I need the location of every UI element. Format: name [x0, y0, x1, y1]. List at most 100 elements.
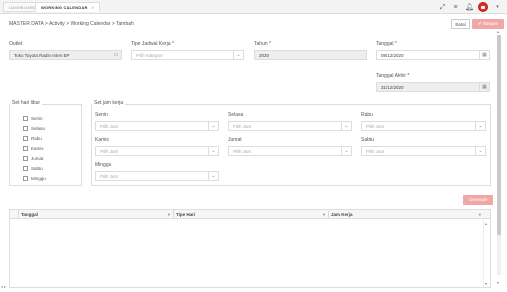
tanggal-label: Tanggal * — [376, 41, 397, 47]
tab-bar: DASHBOARD WORKING CALENDAR × ⤢ ≡ 🔔︎ ▾ — [0, 0, 507, 14]
chevron-down-icon[interactable]: ▾ — [494, 4, 501, 11]
scrollbar-thumb[interactable] — [497, 35, 501, 235]
jam-kamis-placeholder: Pilih Jam — [100, 149, 119, 154]
sort-icon[interactable]: ▾ — [323, 210, 325, 219]
chevron-down-icon: ⌄ — [475, 147, 485, 155]
jam-selasa-select[interactable]: Pilih Jam ⌄ — [228, 121, 352, 131]
checkbox[interactable] — [23, 116, 28, 121]
column-header-tipe-hari[interactable]: Tipe Hari ▾ — [173, 210, 328, 219]
libur-minggu-label: Minggu — [31, 176, 46, 181]
close-icon[interactable]: × — [92, 5, 95, 10]
chevron-down-icon: ⌄ — [208, 172, 218, 180]
column-header-tipe-hari-label: Tipe Hari — [176, 212, 196, 217]
tahun-value: 2020 — [259, 53, 270, 58]
hari-libur-title: Set hari libur — [10, 100, 43, 106]
horizontal-scrollbar[interactable]: ◂ ▸ — [0, 284, 22, 290]
jam-sabtu-placeholder: Pilih Jam — [366, 149, 385, 154]
libur-senin-label: Senin — [31, 116, 43, 121]
libur-senin[interactable]: Senin — [23, 115, 43, 122]
chevron-down-icon: ⌄ — [208, 147, 218, 155]
tab-working-calendar[interactable]: WORKING CALENDAR × — [35, 2, 101, 12]
save-button[interactable]: ✔ Simpan — [472, 19, 504, 29]
chevron-down-icon: ⌄ — [208, 122, 218, 130]
outlet-value: Toko Toyota Radin Inten BP — [14, 53, 70, 58]
checkbox[interactable] — [23, 156, 28, 161]
tahun-label: Tahun * — [254, 41, 271, 47]
checkbox[interactable] — [23, 166, 28, 171]
jam-sabtu-label: Sabtu — [361, 137, 375, 143]
chevron-down-icon: ⌄ — [341, 122, 351, 130]
expand-icon[interactable]: ⤢ — [439, 4, 446, 11]
libur-jumat[interactable]: Jumat — [23, 155, 43, 162]
top-toolbar: ⤢ ≡ 🔔︎ ▾ — [439, 1, 501, 13]
sort-icon[interactable]: ▾ — [479, 210, 481, 219]
tanggal-akhir-value: 31/12/2020 — [381, 85, 404, 90]
jam-kamis-select[interactable]: Pilih Jam ⌄ — [95, 146, 219, 156]
avatar[interactable] — [478, 2, 488, 12]
cancel-button[interactable]: Batal — [451, 19, 470, 29]
jam-senin-label: Senin — [95, 112, 108, 118]
grid-row-selector-header — [10, 210, 18, 219]
jam-jumat-select[interactable]: Pilih Jam ⌄ — [228, 146, 352, 156]
scroll-up-icon[interactable]: ▴ — [485, 221, 487, 226]
jam-rabu-label: Rabu — [361, 112, 373, 118]
save-button-label: Simpan — [482, 21, 499, 26]
id-card-icon: ▭ — [113, 52, 119, 58]
column-header-tanggal-label: Tanggal — [21, 212, 38, 217]
tanggal-field[interactable]: 08/12/2020 ▦ — [376, 50, 490, 60]
grid-header: Tanggal ▾ Tipe Hari ▾ Jam Kerja ▾ — [10, 210, 490, 219]
tipe-jadwal-select[interactable]: Pilih Kategori ⌄ — [131, 50, 244, 60]
jam-senin-select[interactable]: Pilih Jam ⌄ — [95, 121, 219, 131]
breadcrumb: MASTER DATA > Activity > Working Calenda… — [9, 21, 134, 27]
checkbox[interactable] — [23, 136, 28, 141]
scroll-up-icon[interactable]: ▴ — [497, 29, 499, 34]
grid-scrollbar[interactable]: ▴ ▾ — [483, 219, 490, 287]
jam-rabu-select[interactable]: Pilih Jam ⌄ — [361, 121, 486, 131]
jam-jumat-label: Jumat — [228, 137, 242, 143]
column-header-jam-kerja[interactable]: Jam Kerja ▾ — [328, 210, 484, 219]
checkbox[interactable] — [23, 126, 28, 131]
tipe-jadwal-placeholder: Pilih Kategori — [136, 53, 163, 58]
tipe-jadwal-label: Tipe Jadwal Kerja * — [131, 41, 174, 47]
jam-selasa-label: Selasa — [228, 112, 244, 118]
calendar-icon[interactable]: ▦ — [479, 51, 489, 59]
jam-minggu-label: Minggu — [95, 162, 112, 168]
outlet-field[interactable]: Toko Toyota Radin Inten BP ▭ — [9, 50, 122, 60]
sort-icon[interactable]: ▾ — [168, 210, 170, 219]
calendar-grid: Tanggal ▾ Tipe Hari ▾ Jam Kerja ▾ ▴ ▾ — [9, 209, 491, 288]
libur-selasa[interactable]: Selasa — [23, 125, 45, 132]
tanggal-akhir-field[interactable]: 31/12/2020 ▦ — [376, 82, 490, 92]
page-scrollbar[interactable] — [497, 35, 501, 275]
checkbox[interactable] — [23, 146, 28, 151]
scroll-down-icon[interactable]: ▾ — [497, 280, 499, 285]
jam-minggu-select[interactable]: Pilih Jam ⌄ — [95, 171, 219, 181]
jam-selasa-placeholder: Pilih Jam — [233, 124, 252, 129]
column-header-jam-kerja-label: Jam Kerja — [331, 212, 353, 217]
jam-kamis-label: Kamis — [95, 137, 109, 143]
checkbox[interactable] — [23, 176, 28, 181]
chevron-down-icon: ⌄ — [475, 122, 485, 130]
tanggal-value: 08/12/2020 — [381, 53, 404, 58]
jam-sabtu-select[interactable]: Pilih Jam ⌄ — [361, 146, 486, 156]
libur-rabu[interactable]: Rabu — [23, 135, 42, 142]
chevron-down-icon: ⌄ — [233, 51, 243, 59]
generate-button[interactable]: Generate — [463, 195, 493, 205]
libur-sabtu[interactable]: Sabtu — [23, 165, 43, 172]
libur-minggu[interactable]: Minggu — [23, 175, 46, 182]
libur-kamis[interactable]: Kamis — [23, 145, 44, 152]
libur-jumat-label: Jumat — [31, 156, 44, 161]
jam-rabu-placeholder: Pilih Jam — [366, 124, 385, 129]
tab-dashboard-label: DASHBOARD — [9, 5, 37, 10]
jam-kerja-title: Set jam kerja — [92, 100, 126, 106]
bell-icon[interactable]: 🔔︎ — [465, 4, 474, 11]
libur-rabu-label: Rabu — [31, 136, 42, 141]
calendar-icon[interactable]: ▦ — [479, 83, 489, 91]
scroll-down-icon[interactable]: ▾ — [485, 281, 487, 286]
column-header-tanggal[interactable]: Tanggal ▾ — [18, 210, 173, 219]
tahun-field: 2020 — [254, 50, 367, 60]
list-icon[interactable]: ≡ — [452, 4, 459, 11]
tanggal-akhir-label: Tanggal Akhir * — [376, 73, 410, 79]
libur-kamis-label: Kamis — [31, 146, 44, 151]
hari-libur-group — [9, 104, 82, 186]
libur-selasa-label: Selasa — [31, 126, 45, 131]
